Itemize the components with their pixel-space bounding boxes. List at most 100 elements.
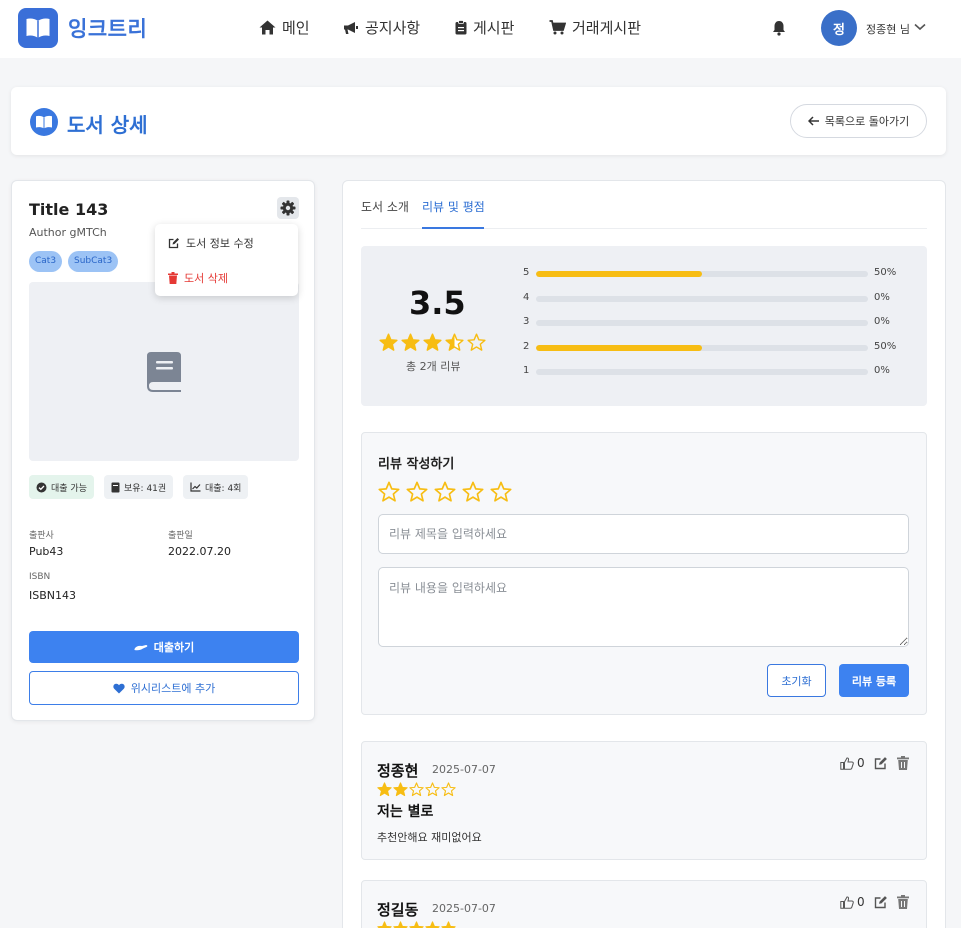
settings-button[interactable] [277,197,299,219]
chart-line-icon [190,482,201,492]
rating-percent: 0% [874,365,890,376]
rating-star-option-icon[interactable] [406,481,428,503]
review-star-icon [409,921,424,928]
avatar[interactable]: 정 [821,10,857,46]
review-star-icon [425,921,440,928]
book-detail-tabs-card: 도서 소개 리뷰 및 평점 3.5 총 2개 리뷰 5 50% 4 0% 3 0% 2 50%… [342,180,946,928]
top-navbar: 잉크트리 메인 공지사항 게시판 거래게시판 정 정종현 님 [0,0,961,58]
total-review-count: 총 2개 리뷰 [406,360,461,373]
edit-icon[interactable] [874,756,888,770]
edit-icon[interactable] [874,895,888,909]
star-level-label: 2 [523,340,530,352]
reset-button[interactable]: 초기화 [767,664,826,697]
rating-summary: 3.5 총 2개 리뷰 5 50% 4 0% 3 0% 2 50% 1 0% [361,246,927,406]
rating-star-picker [378,481,512,503]
rating-percent: 0% [874,316,890,327]
rating-star-option-icon[interactable] [378,481,400,503]
delete-book-label: 도서 삭제 [184,272,228,285]
review-star-icon [393,782,408,797]
bell-icon[interactable] [772,20,786,36]
thumbs-up-icon [840,895,854,909]
review-star-icon [377,782,392,797]
borrow-button[interactable]: 대출하기 [29,631,299,663]
tab-reviews[interactable]: 리뷰 및 평점 [422,198,485,215]
rating-star-option-icon[interactable] [462,481,484,503]
rating-star-icon [401,333,420,351]
like-button[interactable]: 0 [840,756,865,770]
wishlist-button-label: 위시리스트에 추가 [130,682,216,695]
book-icon [30,108,58,136]
thumbs-up-icon [840,756,854,770]
book-icon [111,482,120,492]
cart-icon [549,20,566,35]
owned-count-text: 보유: 41권 [124,483,167,494]
star-level-label: 5 [523,267,530,278]
rating-bar-track [536,369,868,375]
submit-review-button[interactable]: 리뷰 등록 [839,664,909,697]
review-star-icon [441,921,456,928]
hand-icon [134,645,148,651]
review-actions: 0 [840,756,909,770]
rating-distribution-row: 2 50% [523,341,913,355]
page-title: 도서 상세 [67,113,148,137]
user-name[interactable]: 정종현 님 [866,21,910,37]
subcategory-tag[interactable]: SubCat3 [68,251,119,272]
category-tag[interactable]: Cat3 [29,251,63,272]
rating-star-option-icon[interactable] [490,481,512,503]
trash-icon[interactable] [896,756,909,770]
review-star-icon [377,921,392,928]
review-item: 정길동 2025-07-07 0 [361,880,927,928]
loan-count-text: 대출: 4회 [205,483,242,494]
nav-item-notice[interactable]: 공지사항 [343,17,420,38]
nav-label: 공지사항 [365,19,421,37]
trash-icon[interactable] [896,895,909,909]
availability-badge: 대출 가능 [29,475,94,499]
clipboard-icon [455,20,467,35]
review-date: 2025-07-07 [432,763,496,776]
add-to-wishlist-button[interactable]: 위시리스트에 추가 [29,671,299,705]
back-button-label: 목록으로 돌아가기 [824,115,910,128]
home-icon [259,20,276,35]
edit-icon [168,238,179,249]
rating-bar-fill [536,344,702,351]
chevron-down-icon[interactable] [914,23,926,31]
availability-text: 대출 가능 [51,483,87,494]
average-rating: 3.5 [409,284,466,322]
logo[interactable] [18,8,58,48]
review-date: 2025-07-07 [432,902,496,915]
nav-item-trade-board[interactable]: 거래게시판 [549,17,641,38]
tab-introduction[interactable]: 도서 소개 [361,198,409,215]
brand-name[interactable]: 잉크트리 [68,13,147,43]
review-star-icon [409,782,424,797]
book-icon [147,351,181,392]
open-book-icon [26,18,50,38]
borrow-button-label: 대출하기 [153,641,195,654]
review-star-icon [441,782,456,797]
edit-book-label: 도서 정보 수정 [186,237,254,250]
rating-distribution-row: 5 50% [523,267,913,281]
nav-item-board[interactable]: 게시판 [455,17,514,38]
review-body: 추천안해요 재미없어요 [377,831,482,844]
rating-distribution-row: 3 0% [523,316,913,330]
back-to-list-button[interactable]: 목록으로 돌아가기 [790,104,927,138]
rating-bar-track [536,295,868,302]
nav-item-main[interactable]: 메인 [259,17,310,38]
edit-book-menu-item[interactable]: 도서 정보 수정 [168,235,254,251]
rating-percent: 0% [874,291,890,303]
review-title: 저는 별로 [377,804,434,820]
rating-star-icon [467,333,486,351]
rating-bar-track [536,344,868,351]
gear-icon [280,200,296,216]
rating-percent: 50% [874,267,897,278]
like-button[interactable]: 0 [840,895,865,909]
book-settings-menu: 도서 정보 수정 도서 삭제 [155,224,298,296]
check-circle-icon [36,482,47,492]
review-rating-stars [377,782,456,797]
rating-star-option-icon[interactable] [434,481,456,503]
review-star-icon [393,921,408,928]
star-level-label: 4 [523,291,530,303]
review-body-input[interactable] [378,567,909,647]
rating-star-icon [423,333,442,351]
review-title-input[interactable] [378,514,909,554]
delete-book-menu-item[interactable]: 도서 삭제 [168,270,228,286]
